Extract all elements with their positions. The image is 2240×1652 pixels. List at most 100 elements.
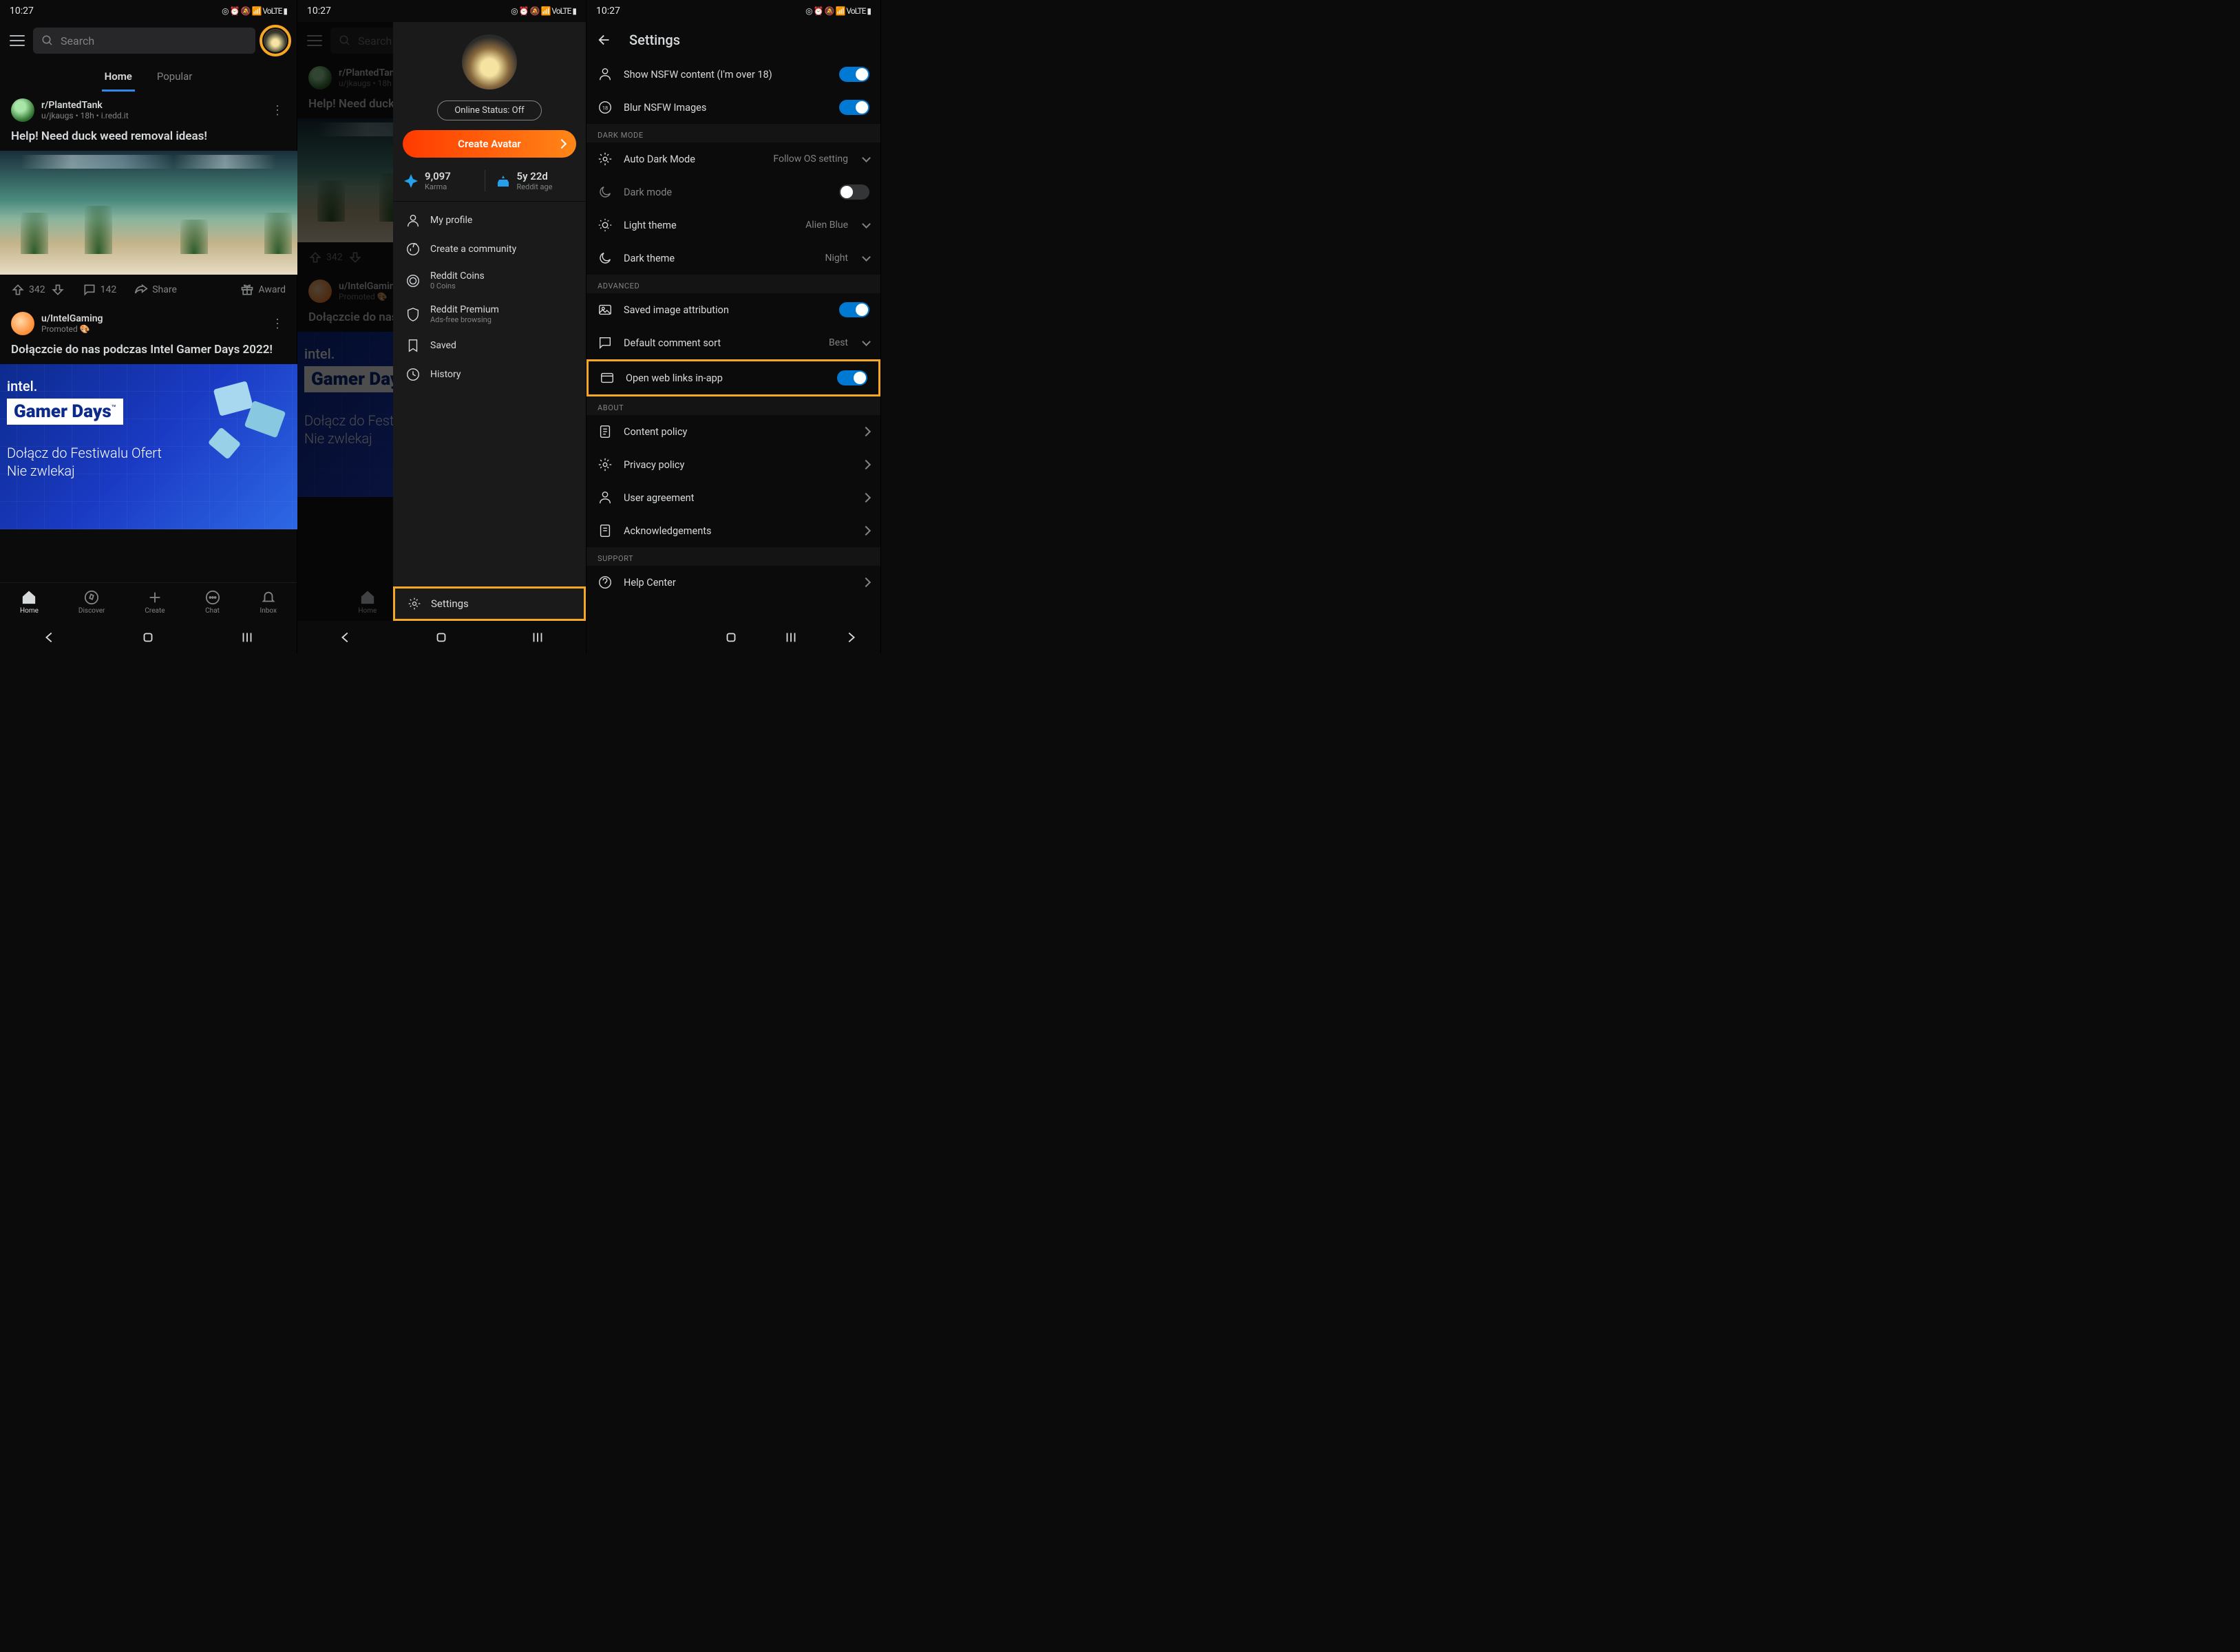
drawer-item-profile[interactable]: My profile bbox=[393, 206, 586, 235]
nav-discover[interactable]: Discover bbox=[78, 590, 105, 615]
downvote-button[interactable] bbox=[51, 283, 65, 297]
setting-blur-nsfw[interactable]: 18 Blur NSFW Images bbox=[587, 91, 880, 124]
gift-icon bbox=[240, 283, 254, 297]
post-title: Dołączcie do nas podczas Intel Gamer Day… bbox=[11, 342, 286, 357]
setting-help-center[interactable]: Help Center bbox=[587, 566, 880, 599]
profile-drawer: Online Status: Off Create Avatar 9,097 K… bbox=[393, 22, 586, 621]
arrow-right-icon bbox=[861, 460, 871, 469]
arrow-right-icon bbox=[861, 427, 871, 436]
subreddit-name[interactable]: r/PlantedTank bbox=[41, 100, 262, 111]
setting-saved-attribution[interactable]: Saved image attribution bbox=[587, 293, 880, 326]
setting-user-agreement[interactable]: User agreement bbox=[587, 481, 880, 514]
recents-key[interactable] bbox=[530, 630, 545, 645]
toggle-switch[interactable] bbox=[839, 67, 869, 82]
search-placeholder: Search bbox=[61, 34, 94, 47]
chat-icon bbox=[205, 590, 220, 605]
bookmark-icon bbox=[405, 338, 421, 353]
nav-inbox[interactable]: Inbox bbox=[260, 590, 277, 615]
post-card[interactable]: r/PlantedTank u/jkaugs • 18h • i.redd.it… bbox=[0, 92, 297, 151]
promoted-label: Promoted 🎨 bbox=[41, 324, 262, 334]
status-icons: ◎ ⏰ 🔕 📶 VoLTE ▮ bbox=[805, 6, 871, 16]
chevron-down-icon bbox=[862, 253, 871, 262]
arrow-right-icon bbox=[861, 526, 871, 536]
hamburger-icon[interactable] bbox=[10, 35, 25, 46]
tab-home[interactable]: Home bbox=[102, 63, 135, 92]
back-key[interactable] bbox=[338, 630, 353, 645]
subreddit-avatar[interactable] bbox=[11, 98, 34, 122]
setting-privacy-policy[interactable]: Privacy policy bbox=[587, 448, 880, 481]
post-more-icon[interactable]: ⋮ bbox=[269, 102, 286, 118]
toggle-switch[interactable] bbox=[837, 370, 867, 385]
nav-home[interactable]: Home bbox=[20, 590, 39, 615]
help-icon bbox=[598, 575, 613, 590]
online-status-button[interactable]: Online Status: Off bbox=[437, 100, 541, 120]
karma-icon bbox=[403, 173, 419, 189]
post-image[interactable] bbox=[0, 151, 308, 275]
comments-button[interactable]: 142 bbox=[83, 283, 117, 297]
toggle-switch[interactable] bbox=[839, 184, 869, 200]
karma-stat[interactable]: 9,097 Karma bbox=[403, 170, 485, 191]
moon-icon bbox=[598, 251, 613, 266]
setting-acknowledgements[interactable]: Acknowledgements bbox=[587, 514, 880, 547]
promo-subtitle-1: Dołącz do Festiwalu Ofert bbox=[7, 444, 290, 462]
setting-light-theme[interactable]: Light theme Alien Blue bbox=[587, 209, 880, 242]
gear-icon bbox=[598, 151, 613, 167]
forward-key[interactable] bbox=[843, 630, 858, 645]
moon-icon bbox=[598, 184, 613, 200]
setting-dark-theme[interactable]: Dark theme Night bbox=[587, 242, 880, 275]
tab-popular[interactable]: Popular bbox=[154, 63, 196, 92]
recents-key[interactable] bbox=[783, 630, 799, 645]
svg-text:18: 18 bbox=[602, 105, 608, 112]
setting-default-sort[interactable]: Default comment sort Best bbox=[587, 326, 880, 359]
post-meta: u/jkaugs • 18h • i.redd.it bbox=[41, 111, 262, 120]
back-icon[interactable] bbox=[598, 32, 613, 47]
nav-chat[interactable]: Chat bbox=[205, 590, 220, 615]
gear-icon bbox=[598, 457, 613, 472]
home-key[interactable] bbox=[723, 630, 739, 645]
setting-content-policy[interactable]: Content policy bbox=[587, 415, 880, 448]
drawer-avatar[interactable] bbox=[462, 34, 517, 89]
setting-auto-dark[interactable]: Auto Dark Mode Follow OS setting bbox=[587, 142, 880, 176]
share-button[interactable]: Share bbox=[134, 283, 177, 297]
drawer-item-premium[interactable]: Reddit Premium Ads-free browsing bbox=[393, 297, 586, 331]
drawer-item-coins[interactable]: Reddit Coins 0 Coins bbox=[393, 264, 586, 297]
promo-title: Gamer Days bbox=[14, 401, 112, 422]
drawer-item-community[interactable]: Create a community bbox=[393, 235, 586, 264]
status-time: 10:27 bbox=[307, 6, 331, 17]
share-label: Share bbox=[152, 284, 177, 295]
arrow-right-icon bbox=[861, 493, 871, 502]
toggle-switch[interactable] bbox=[839, 302, 869, 317]
award-label: Award bbox=[258, 284, 286, 295]
post-card[interactable]: u/IntelGaming Promoted 🎨 ⋮ Dołączcie do … bbox=[0, 305, 297, 364]
home-key[interactable] bbox=[434, 630, 449, 645]
create-avatar-button[interactable]: Create Avatar bbox=[403, 130, 576, 158]
drawer-item-saved[interactable]: Saved bbox=[393, 331, 586, 360]
search-input[interactable]: Search bbox=[33, 28, 255, 54]
toggle-switch[interactable] bbox=[839, 100, 869, 115]
drawer-item-history[interactable]: History bbox=[393, 360, 586, 389]
shield-icon bbox=[405, 307, 421, 322]
reddit-age-stat[interactable]: 5y 22d Reddit age bbox=[485, 170, 577, 191]
drawer-scrim[interactable] bbox=[297, 22, 393, 621]
back-key[interactable] bbox=[42, 630, 57, 645]
chevron-down-icon bbox=[862, 153, 871, 162]
award-button[interactable]: Award bbox=[240, 283, 286, 297]
post-more-icon[interactable]: ⋮ bbox=[269, 315, 286, 332]
setting-show-nsfw[interactable]: Show NSFW content (I'm over 18) bbox=[587, 58, 880, 91]
upvote-count: 342 bbox=[29, 284, 45, 295]
home-key[interactable] bbox=[140, 630, 156, 645]
upvote-button[interactable]: 342 bbox=[11, 283, 45, 297]
subreddit-avatar[interactable] bbox=[11, 312, 34, 335]
setting-dark-mode[interactable]: Dark mode bbox=[587, 176, 880, 209]
nav-create[interactable]: Create bbox=[145, 590, 165, 615]
setting-open-links-in-app[interactable]: Open web links in-app bbox=[587, 359, 880, 396]
document-icon bbox=[598, 523, 613, 538]
promo-image[interactable]: intel. Gamer Days™ Dołącz do Festiwalu O… bbox=[0, 364, 308, 529]
drawer-settings-button[interactable]: Settings bbox=[393, 586, 586, 621]
promoted-user[interactable]: u/IntelGaming bbox=[41, 313, 262, 324]
profile-avatar[interactable] bbox=[264, 29, 287, 52]
reddit-icon bbox=[405, 242, 421, 257]
recents-key[interactable] bbox=[240, 630, 255, 645]
promo-brand: intel. bbox=[7, 378, 290, 394]
image-icon bbox=[598, 302, 613, 317]
